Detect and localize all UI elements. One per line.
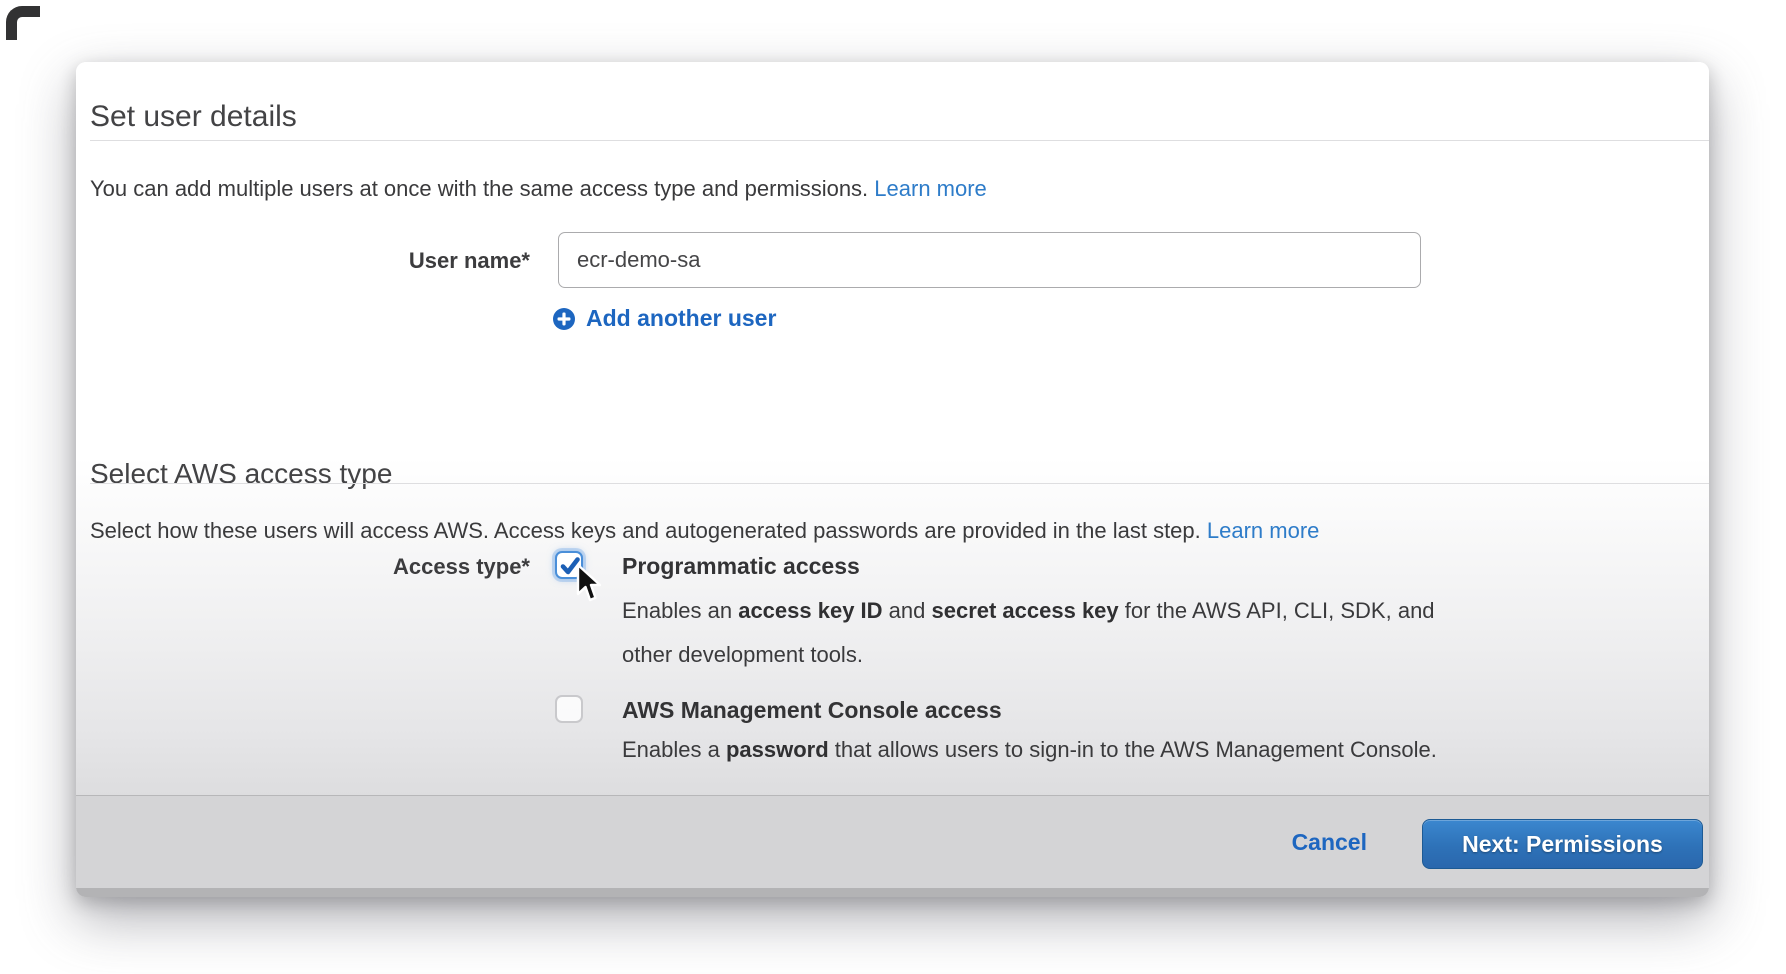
programmatic-access-option-label[interactable]: Programmatic access (622, 553, 860, 580)
desc-text: other development tools. (622, 642, 863, 667)
add-user-panel: Set user details You can add multiple us… (76, 62, 1709, 897)
access-type-section-title: Select AWS access type (90, 458, 392, 490)
access-type-description-text: Select how these users will access AWS. … (90, 518, 1207, 543)
wizard-footer: Cancel Next: Permissions (76, 795, 1709, 897)
desc-text: for the AWS API, CLI, SDK, and (1119, 598, 1435, 623)
desc-text: and (883, 598, 932, 623)
desc-bold: password (726, 737, 829, 762)
learn-more-link-user-details[interactable]: Learn more (874, 176, 987, 201)
console-access-option-label[interactable]: AWS Management Console access (622, 697, 1002, 724)
checkmark-icon (558, 554, 582, 578)
user-details-description-text: You can add multiple users at once with … (90, 176, 874, 201)
section-divider (90, 483, 1709, 484)
page-title: Set user details (90, 100, 297, 134)
user-details-description: You can add multiple users at once with … (90, 176, 987, 202)
access-type-description: Select how these users will access AWS. … (90, 518, 1319, 544)
desc-text: that allows users to sign-in to the AWS … (829, 737, 1437, 762)
next-permissions-button[interactable]: Next: Permissions (1422, 819, 1703, 869)
access-type-label: Access type* (90, 554, 530, 580)
user-name-input[interactable] (558, 232, 1421, 288)
desc-text: Enables an (622, 598, 738, 623)
console-access-checkbox[interactable] (555, 695, 583, 723)
section-divider (90, 140, 1709, 141)
programmatic-access-checkbox[interactable] (555, 551, 583, 579)
add-another-user-label: Add another user (586, 305, 776, 332)
programmatic-access-description: Enables an access key ID and secret acce… (622, 589, 1622, 677)
desc-bold: secret access key (931, 598, 1118, 623)
desc-text: Enables a (622, 737, 726, 762)
screen-corner-artifact (6, 6, 40, 40)
add-another-user-button[interactable]: Add another user (553, 305, 776, 332)
learn-more-link-access-type[interactable]: Learn more (1207, 518, 1320, 543)
panel-content: Set user details You can add multiple us… (76, 62, 1709, 795)
desc-bold: access key ID (738, 598, 882, 623)
plus-icon (553, 308, 575, 330)
user-name-label: User name* (90, 248, 530, 274)
console-access-description: Enables a password that allows users to … (622, 728, 1622, 772)
cancel-button[interactable]: Cancel (1292, 819, 1367, 865)
